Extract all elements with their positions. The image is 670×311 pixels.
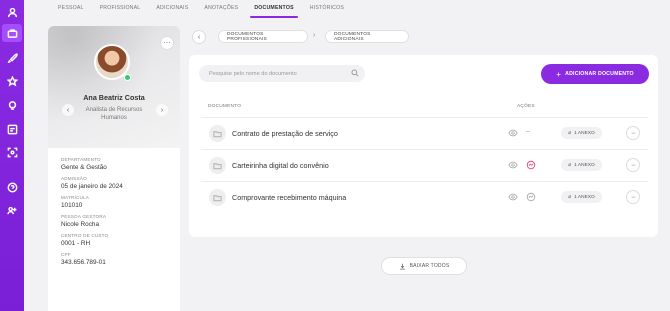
column-header-acoes: Ações (517, 104, 535, 109)
tab-historicos[interactable]: Históricos (302, 0, 352, 18)
employee-role: Analista de Recursos Humanos (85, 107, 143, 121)
field-value: 343.656.789-01 (61, 259, 106, 266)
tab-documentos[interactable]: Documentos (246, 0, 301, 18)
row-options-button[interactable]: ··· (626, 126, 640, 140)
team-icon[interactable] (5, 203, 19, 217)
online-status-dot (124, 74, 131, 81)
field-label: Admissão (61, 176, 87, 181)
table-row[interactable]: Contrato de prestação de serviço – ⌀ 1 an… (201, 117, 648, 149)
help-icon[interactable] (5, 180, 19, 194)
document-name: Contrato de prestação de serviço (232, 129, 338, 138)
folder-icon (209, 157, 226, 174)
search-input[interactable] (209, 70, 349, 77)
field-value: 0001 - RH (61, 240, 91, 247)
employee-name: Ana Beatriz Costa (83, 93, 145, 102)
field-value: Gente & Gestão (61, 164, 107, 171)
view-icon[interactable] (508, 160, 518, 170)
document-name: Comprovante recebimento máquina (232, 193, 347, 202)
add-document-label: Adicionar documento (565, 71, 634, 77)
attachment-badge[interactable]: ⌀ 1 anexo (561, 127, 602, 139)
tab-anotacoes[interactable]: Anotações (196, 0, 246, 18)
download-all-button[interactable]: Baixar todos (381, 257, 467, 275)
search-box (199, 65, 365, 82)
star-icon[interactable] (5, 74, 19, 88)
download-icon (399, 263, 405, 270)
field-value: Nicole Rocha (61, 221, 100, 228)
documents-panel: + Adicionar documento Documento Ações Co… (189, 55, 658, 237)
briefcase-icon[interactable] (2, 24, 22, 42)
field-label: Departamento (61, 157, 101, 162)
attachment-count: 1 anexo (574, 194, 595, 200)
view-icon[interactable] (508, 192, 518, 202)
column-header-documento: Documento (208, 104, 242, 109)
sidebar (0, 0, 24, 311)
tab-profissional[interactable]: Profissional (92, 0, 149, 18)
breadcrumb-documentos-adicionais[interactable]: Documentos adicionais (325, 30, 409, 43)
field-pessoa-gestora: Pessoa gestora Nicole Rocha (61, 214, 167, 228)
user-icon[interactable] (5, 5, 19, 19)
attachment-badge[interactable]: ⌀ 1 anexo (561, 191, 602, 203)
attachment-count: 1 anexo (574, 162, 595, 168)
folder-icon (209, 189, 226, 206)
add-document-button[interactable]: + Adicionar documento (541, 64, 649, 84)
download-all-label: Baixar todos (409, 263, 450, 269)
field-label: Pessoa gestora (61, 214, 107, 219)
table-row[interactable]: Comprovante recebimento máquina ⌀ 1 anexo… (201, 181, 648, 213)
id-card-icon[interactable] (5, 122, 19, 136)
field-admissao: Admissão 05 de janeiro de 2024 (61, 176, 167, 190)
rocket-icon[interactable] (5, 50, 19, 64)
profile-header: ··· ‹ › Ana Beatriz Costa Analista de Re… (48, 26, 180, 148)
paperclip-icon: ⌀ (568, 194, 572, 200)
tab-bar: Pessoal Profissional Adicionais Anotaçõe… (50, 0, 352, 18)
field-cpf: CPF 343.656.789-01 (61, 252, 167, 266)
profile-options-button[interactable]: ··· (160, 36, 174, 50)
tab-pessoal[interactable]: Pessoal (50, 0, 92, 18)
row-options-button[interactable]: ··· (626, 158, 640, 172)
attachment-badge[interactable]: ⌀ 1 anexo (561, 159, 602, 171)
no-signature-indicator: – (526, 128, 530, 135)
lightbulb-icon[interactable] (5, 98, 19, 112)
field-label: Matrícula (61, 195, 90, 200)
previous-employee-button[interactable]: ‹ (62, 104, 74, 116)
plus-icon: + (556, 69, 562, 79)
signature-icon[interactable] (526, 160, 536, 170)
paperclip-icon: ⌀ (568, 162, 572, 168)
table-row[interactable]: Carteirinha digital do convênio ⌀ 1 anexo… (201, 149, 648, 181)
view-icon[interactable] (508, 128, 518, 138)
field-matricula: Matrícula 101010 (61, 195, 167, 209)
back-button[interactable]: ‹ (192, 30, 206, 44)
tab-adicionais[interactable]: Adicionais (148, 0, 196, 18)
paperclip-icon: ⌀ (568, 130, 572, 136)
document-name: Carteirinha digital do convênio (232, 161, 329, 170)
field-departamento: Departamento Gente & Gestão (61, 157, 167, 171)
breadcrumb-documentos-profissionais[interactable]: Documentos profissionais (218, 30, 308, 43)
attachment-count: 1 anexo (574, 130, 595, 136)
field-centro-de-custo: Centro de custo 0001 - RH (61, 233, 167, 247)
field-value: 05 de janeiro de 2024 (61, 183, 123, 190)
next-employee-button[interactable]: › (156, 104, 168, 116)
field-label: CPF (61, 252, 71, 257)
search-icon[interactable] (351, 69, 359, 77)
folder-icon (209, 125, 226, 142)
profile-fields: Departamento Gente & Gestão Admissão 05 … (48, 148, 180, 277)
field-value: 101010 (61, 202, 83, 209)
signature-icon[interactable] (526, 192, 536, 202)
row-options-button[interactable]: ··· (626, 190, 640, 204)
chevron-right-icon: › (313, 32, 316, 39)
scan-icon[interactable] (5, 145, 19, 159)
field-label: Centro de custo (61, 233, 109, 238)
profile-card: ··· ‹ › Ana Beatriz Costa Analista de Re… (48, 26, 180, 311)
